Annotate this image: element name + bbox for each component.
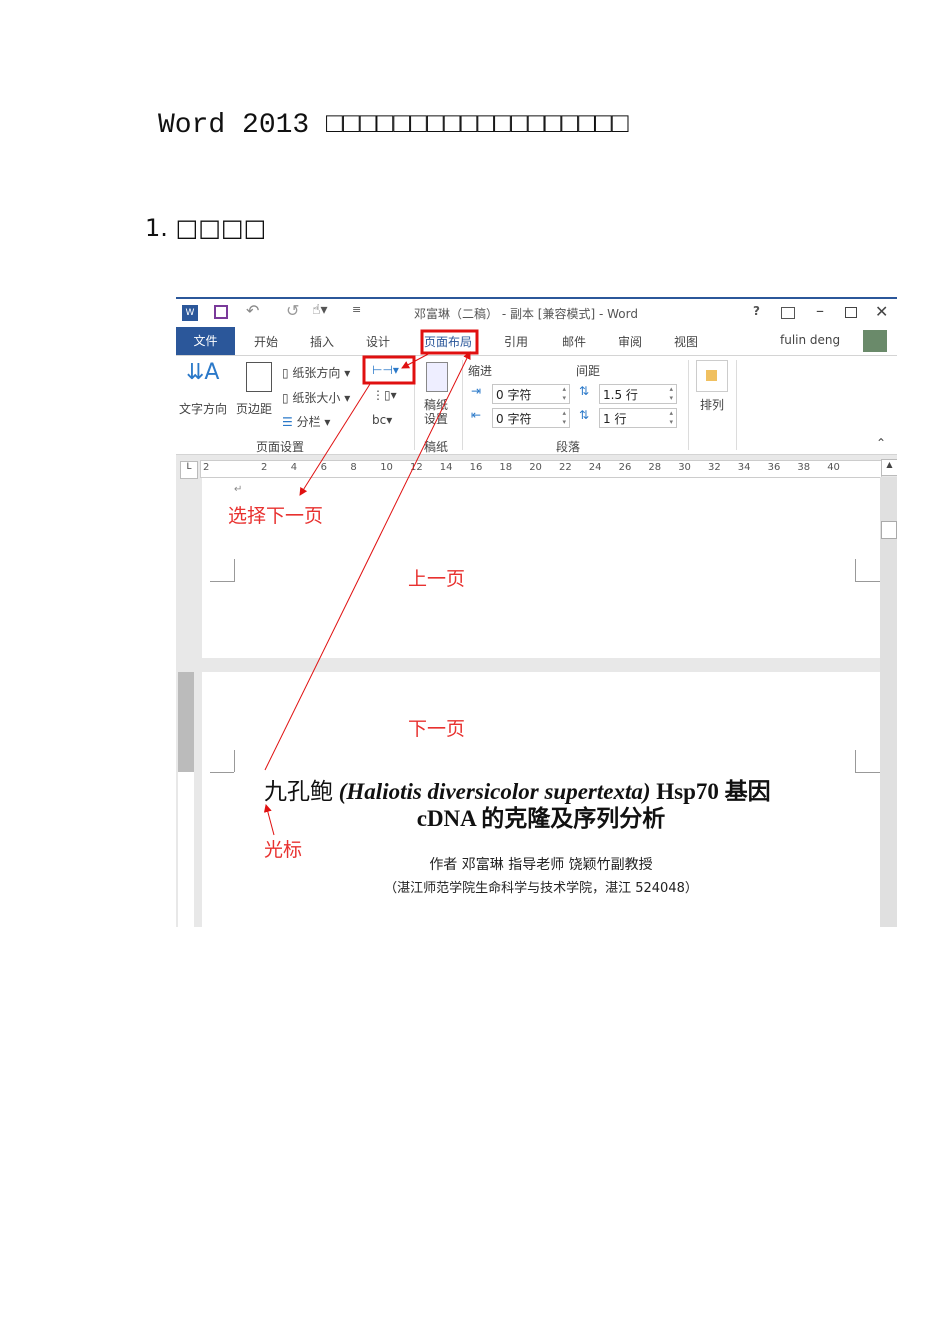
annotation-overlay xyxy=(263,329,479,836)
arrow-to-page-layout-tab xyxy=(264,351,471,771)
page-layout-highlight xyxy=(420,329,479,355)
arrow-to-cursor xyxy=(263,804,275,836)
arrow-to-breaks xyxy=(401,351,433,369)
breaks-highlight xyxy=(362,355,416,385)
document-page: Word 2013 □□□□□□□□□□□□□□□□□□ 1. □□□□ W ↶… xyxy=(0,0,950,1344)
arrow-to-select-next xyxy=(299,383,371,496)
